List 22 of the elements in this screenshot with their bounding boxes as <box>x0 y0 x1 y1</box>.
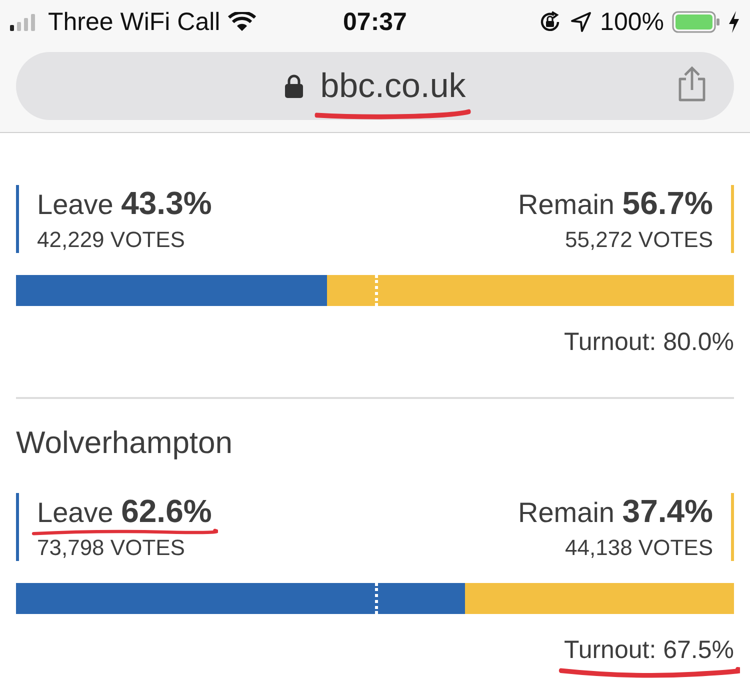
turnout-text: Turnout: 67.5% <box>564 636 734 664</box>
remain-result: Remain 37.4% <box>518 497 713 528</box>
share-icon[interactable] <box>676 66 708 102</box>
remain-votes: 44,138 VOTES <box>564 535 713 561</box>
page-url: bbc.co.uk <box>320 66 466 104</box>
turnout-text: Turnout: 80.0% <box>564 328 734 356</box>
leave-result: Leave 62.6% <box>37 497 212 528</box>
battery-icon <box>672 11 720 33</box>
padlock-icon <box>284 74 304 98</box>
wifi-icon <box>228 12 256 32</box>
remain-votes: 55,272 VOTES <box>564 227 713 253</box>
address-bar[interactable]: bbc.co.uk <box>16 52 734 120</box>
area-title: Wolverhampton <box>16 424 234 462</box>
battery-percent: 100% <box>600 8 664 36</box>
charging-bolt-icon <box>728 11 740 33</box>
location-arrow-icon <box>570 11 592 33</box>
leave-votes: 42,229 VOTES <box>37 227 186 253</box>
leave-votes: 73,798 VOTES <box>37 535 186 561</box>
clock-time: 07:37 <box>343 8 407 36</box>
leave-result: Leave 43.3% <box>37 189 212 220</box>
remain-result: Remain 56.7% <box>518 189 713 220</box>
carrier-name: Three WiFi Call <box>48 8 220 36</box>
